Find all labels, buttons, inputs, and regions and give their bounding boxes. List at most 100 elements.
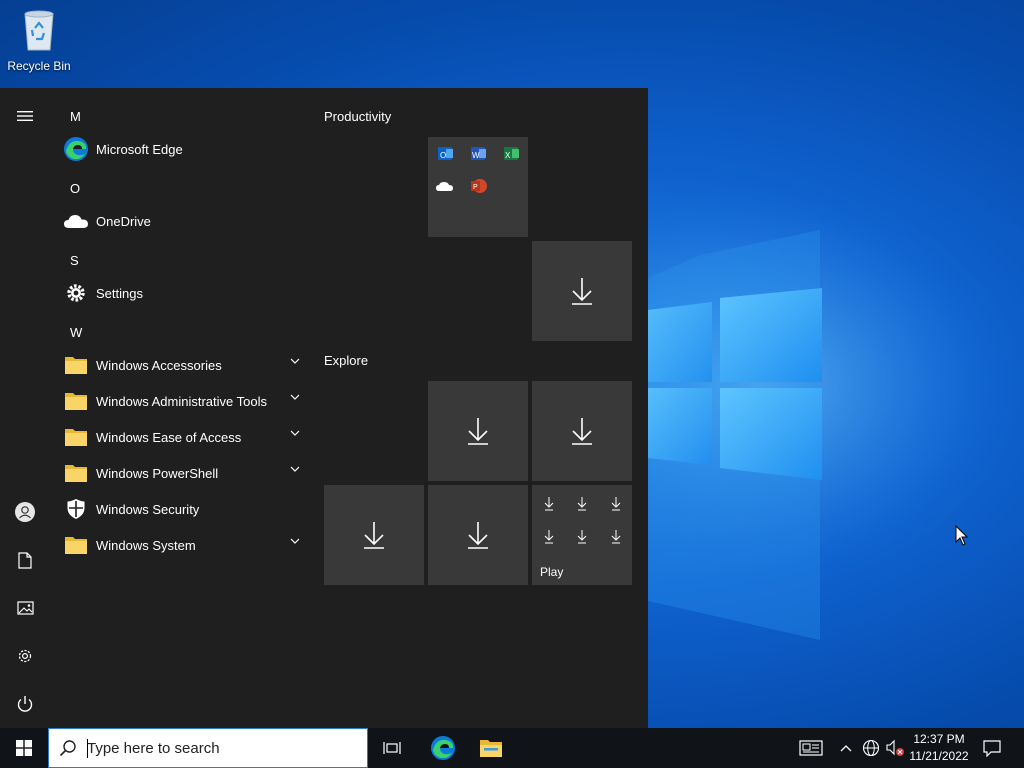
show-hidden-icons-button[interactable] xyxy=(836,728,856,768)
letter-header-w[interactable]: W xyxy=(70,325,82,340)
app-label: OneDrive xyxy=(96,213,151,229)
svg-text:X: X xyxy=(505,151,511,160)
outlook-icon: O xyxy=(438,147,453,160)
mouse-pointer-icon xyxy=(955,525,969,546)
app-windows-accessories[interactable]: Windows Accessories xyxy=(58,347,312,383)
documents-icon xyxy=(18,551,32,569)
taskbar-search-box[interactable] xyxy=(48,728,368,768)
windows-logo-icon xyxy=(16,740,32,756)
shield-icon xyxy=(62,495,90,523)
folder-icon xyxy=(62,423,90,451)
clock-time: 12:37 PM xyxy=(913,732,965,746)
settings-button[interactable] xyxy=(0,632,50,680)
app-windows-administrative-tools[interactable]: Windows Administrative Tools xyxy=(58,383,312,419)
folder-icon xyxy=(62,459,90,487)
expand-menu-button[interactable] xyxy=(0,92,50,140)
app-windows-system[interactable]: Windows System xyxy=(58,527,312,563)
notifications-icon xyxy=(983,740,1001,757)
app-onedrive[interactable]: OneDrive xyxy=(58,203,312,239)
file-explorer-icon xyxy=(480,740,502,757)
chevron-down-icon[interactable] xyxy=(290,538,300,544)
chevron-down-icon[interactable] xyxy=(290,466,300,472)
folder-icon xyxy=(62,351,90,379)
chevron-down-icon[interactable] xyxy=(290,394,300,400)
office-apps-folder-tile[interactable]: O W X P xyxy=(428,137,528,237)
network-button[interactable] xyxy=(860,728,882,768)
news-and-interests-button[interactable] xyxy=(794,728,828,768)
download-arrow-icon xyxy=(468,418,488,445)
start-button[interactable] xyxy=(0,728,48,768)
letter-header-o[interactable]: O xyxy=(70,181,80,196)
taskbar-file-explorer-button[interactable] xyxy=(468,728,514,768)
app-label: Microsoft Edge xyxy=(96,141,183,157)
chevron-down-icon[interactable] xyxy=(290,430,300,436)
edge-icon xyxy=(62,135,90,163)
app-windows-powershell[interactable]: Windows PowerShell xyxy=(58,455,312,491)
app-tile-download[interactable] xyxy=(324,485,424,585)
user-account-button[interactable] xyxy=(0,488,50,536)
app-windows-security[interactable]: Windows Security xyxy=(58,491,312,527)
svg-text:O: O xyxy=(440,151,446,160)
live-tiles-area: Productivity O W X P Explore Play xyxy=(324,88,648,728)
documents-button[interactable] xyxy=(0,536,50,584)
office-apps-icons: O W X P xyxy=(436,147,519,193)
desktop-icon-recycle-bin[interactable]: Recycle Bin xyxy=(4,6,74,73)
power-button[interactable] xyxy=(0,680,50,728)
start-menu-rail xyxy=(0,88,50,728)
settings-gear-icon xyxy=(18,649,32,663)
volume-button[interactable] xyxy=(884,728,906,768)
folder-icon xyxy=(62,531,90,559)
chevron-down-icon[interactable] xyxy=(290,358,300,364)
tile-group-title-productivity[interactable]: Productivity xyxy=(324,109,391,124)
app-label: Windows PowerShell xyxy=(96,465,219,481)
app-tile-download[interactable] xyxy=(532,381,632,481)
app-list: M Microsoft Edge O OneDrive S Settings W… xyxy=(50,88,312,728)
tile-group-title-explore[interactable]: Explore xyxy=(324,353,368,368)
power-icon xyxy=(17,696,33,712)
app-label: Windows Security xyxy=(96,501,200,517)
app-label: Windows Administrative Tools xyxy=(96,393,267,409)
search-icon xyxy=(59,740,76,757)
app-microsoft-edge[interactable]: Microsoft Edge xyxy=(58,131,312,167)
recycle-bin-icon xyxy=(24,10,54,51)
app-label: Settings xyxy=(96,285,143,301)
onedrive-icon xyxy=(436,182,453,191)
letter-header-m[interactable]: M xyxy=(70,109,81,124)
app-label: Windows System xyxy=(96,537,196,553)
taskbar: 12:37 PM 11/21/2022 xyxy=(0,728,1024,768)
network-globe-icon xyxy=(862,739,880,757)
app-label: Windows Ease of Access xyxy=(96,429,242,445)
user-account-icon xyxy=(15,502,35,522)
download-arrow-icon xyxy=(572,278,592,305)
taskbar-clock[interactable]: 12:37 PM 11/21/2022 xyxy=(906,731,972,765)
svg-text:W: W xyxy=(472,151,480,160)
folder-icon xyxy=(62,387,90,415)
recycle-bin-label: Recycle Bin xyxy=(7,59,71,73)
app-tile-download[interactable] xyxy=(532,241,632,341)
taskbar-edge-button[interactable] xyxy=(420,728,466,768)
download-arrow-icon xyxy=(468,522,488,549)
letter-header-s[interactable]: S xyxy=(70,253,79,268)
edge-icon xyxy=(431,736,455,760)
pictures-icon xyxy=(16,601,34,615)
app-tile-download[interactable] xyxy=(428,381,528,481)
text-caret xyxy=(87,739,88,758)
play-folder-tile[interactable]: Play xyxy=(532,485,632,585)
word-icon: W xyxy=(471,147,486,160)
settings-gear-icon xyxy=(62,279,90,307)
task-view-icon xyxy=(383,742,401,754)
app-settings[interactable]: Settings xyxy=(58,275,312,311)
app-tile-download[interactable] xyxy=(428,485,528,585)
play-tile-label: Play xyxy=(540,565,564,579)
svg-text:P: P xyxy=(473,184,478,191)
task-view-button[interactable] xyxy=(370,728,414,768)
app-windows-ease-of-access[interactable]: Windows Ease of Access xyxy=(58,419,312,455)
action-center-button[interactable] xyxy=(978,728,1006,768)
start-menu: M Microsoft Edge O OneDrive S Settings W… xyxy=(0,88,648,728)
pictures-button[interactable] xyxy=(0,584,50,632)
clock-date: 11/21/2022 xyxy=(909,749,969,763)
onedrive-cloud-icon xyxy=(62,207,90,235)
download-arrow-icon xyxy=(572,418,592,445)
search-input[interactable] xyxy=(87,729,357,767)
download-arrow-icon xyxy=(364,522,384,549)
